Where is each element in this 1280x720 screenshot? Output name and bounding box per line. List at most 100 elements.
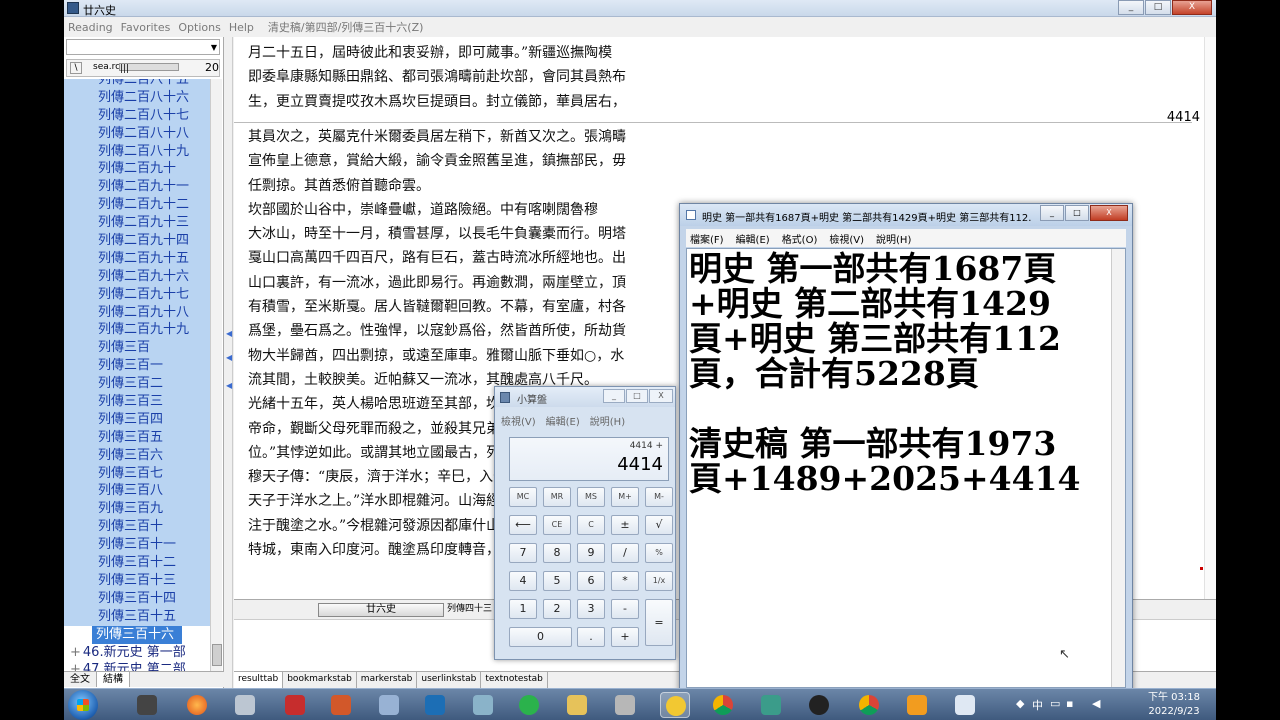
taskbar-app-6[interactable] <box>374 692 404 718</box>
key-5[interactable]: 5 <box>543 571 571 591</box>
arrow-left-icon[interactable]: ◀ <box>226 381 232 390</box>
tree-item[interactable]: 列傳二百九十一 <box>64 178 210 197</box>
key-9[interactable]: 9 <box>577 543 605 563</box>
tab-fulltext[interactable]: 全文 <box>64 672 97 687</box>
tree-item[interactable]: 列傳三百十二 <box>64 554 210 572</box>
notepad-close-button[interactable]: X <box>1090 205 1128 221</box>
tab-result[interactable]: resulttab <box>234 672 284 688</box>
tab-structure[interactable]: 結構 <box>97 672 130 687</box>
close-button[interactable]: X <box>1172 0 1212 15</box>
tree-item[interactable]: 列傳三百十五 <box>64 607 210 626</box>
taskbar-app-17[interactable] <box>902 692 932 718</box>
key-4[interactable]: 4 <box>509 571 537 591</box>
key-reciprocal[interactable]: 1/x <box>645 571 673 591</box>
tree-item[interactable]: 列傳二百九十 <box>64 160 210 179</box>
tray-icon[interactable]: ▪ <box>1066 697 1073 710</box>
key-7[interactable]: 7 <box>509 543 537 563</box>
key-backspace[interactable]: ⟵ <box>509 515 537 535</box>
text-scrollbar[interactable] <box>1204 37 1216 599</box>
tree-item[interactable]: 列傳三百十一 <box>64 536 210 555</box>
tree-item[interactable]: 列傳二百九十六 <box>64 267 210 286</box>
key-ce[interactable]: CE <box>543 515 571 535</box>
notepad-maximize-button[interactable]: □ <box>1065 205 1089 221</box>
notepad-menu-edit[interactable]: 編輯(E) <box>736 231 770 246</box>
calc-menu-view[interactable]: 檢視(V) <box>501 413 536 428</box>
notepad-menu-help[interactable]: 說明(H) <box>876 231 911 246</box>
tab-userlinks[interactable]: userlinkstab <box>417 672 482 688</box>
expand-icon[interactable]: + <box>70 645 81 660</box>
tree-item[interactable]: 列傳二百九十三 <box>64 214 210 233</box>
tree-item[interactable]: 列傳三百十 <box>64 518 210 537</box>
tree-item[interactable]: 列傳二百九十五 <box>64 249 210 268</box>
arrow-left-icon[interactable]: ◀ <box>226 353 232 362</box>
key-c[interactable]: C <box>577 515 605 535</box>
tree-item[interactable]: 列傳二百九十九 <box>64 321 210 340</box>
taskbar-notepad[interactable] <box>950 692 980 718</box>
taskbar-app-9[interactable] <box>514 692 544 718</box>
key-3[interactable]: 3 <box>577 599 605 619</box>
notepad-scrollbar[interactable] <box>1111 249 1125 687</box>
tree-item-selected[interactable]: 列傳三百十六 <box>92 625 182 644</box>
taskbar-app-12[interactable] <box>660 692 690 718</box>
key-mr[interactable]: MR <box>543 487 571 507</box>
taskbar-app-11[interactable] <box>610 692 640 718</box>
key-percent[interactable]: % <box>645 543 673 563</box>
notepad-menu-view[interactable]: 檢視(V) <box>829 231 864 246</box>
calculator-title-bar[interactable]: 小算盤 _ □ X <box>495 387 675 407</box>
expand-icon[interactable]: + <box>70 662 81 671</box>
key-8[interactable]: 8 <box>543 543 571 563</box>
input-language[interactable]: 中 <box>1032 697 1043 713</box>
calc-menu-edit[interactable]: 編輯(E) <box>546 413 580 428</box>
key-subtract[interactable]: - <box>611 599 639 619</box>
key-mplus[interactable]: M+ <box>611 487 639 507</box>
tree-item[interactable]: 列傳二百九十二 <box>64 196 210 215</box>
key-ms[interactable]: MS <box>577 487 605 507</box>
book-combo[interactable]: ▼ <box>66 39 220 55</box>
key-plusminus[interactable]: ± <box>611 515 639 535</box>
maximize-button[interactable]: □ <box>1145 0 1171 15</box>
menu-options[interactable]: Options <box>178 21 220 34</box>
calc-menu-help[interactable]: 說明(H) <box>590 413 625 428</box>
tree-item[interactable]: 列傳三百七 <box>64 464 210 483</box>
start-button[interactable] <box>68 690 98 720</box>
menu-favorites[interactable]: Favorites <box>121 21 171 34</box>
taskbar-app-3[interactable] <box>230 692 260 718</box>
key-0[interactable]: 0 <box>509 627 572 647</box>
tree-item[interactable]: 列傳三百 <box>64 339 210 358</box>
tree-item[interactable]: 列傳三百一 <box>64 357 210 376</box>
calculator-minimize-button[interactable]: _ <box>603 389 625 403</box>
notepad-menu-file[interactable]: 檔案(F) <box>690 231 724 246</box>
tree-item[interactable]: 列傳二百八十六 <box>64 88 210 107</box>
notepad-minimize-button[interactable]: _ <box>1040 205 1064 221</box>
key-1[interactable]: 1 <box>509 599 537 619</box>
network-icon[interactable]: ◆ <box>1016 697 1024 710</box>
tree-slider[interactable]: ||| <box>119 63 179 74</box>
clock[interactable]: 下午 03:18 2022/9/23 <box>1148 691 1200 719</box>
key-mminus[interactable]: M- <box>645 487 673 507</box>
taskbar-firefox[interactable] <box>182 692 212 718</box>
key-6[interactable]: 6 <box>577 571 605 591</box>
taskbar-app-1[interactable] <box>132 692 162 718</box>
taskbar-app-15[interactable] <box>804 692 834 718</box>
tree-book[interactable]: +46.新元史 第一部 <box>64 643 210 662</box>
taskbar-pdf[interactable] <box>280 692 310 718</box>
menu-help[interactable]: Help <box>229 21 254 34</box>
menu-reading[interactable]: Reading <box>68 21 113 34</box>
tree-item[interactable]: 列傳二百八十五 <box>64 79 210 89</box>
tree-item[interactable]: 列傳二百九十七 <box>64 285 210 304</box>
tree-scroll-thumb[interactable] <box>212 644 222 666</box>
keyboard-icon[interactable]: ▭ <box>1050 697 1060 710</box>
tree-item[interactable]: 列傳三百六 <box>64 446 210 465</box>
key-decimal[interactable]: . <box>577 627 605 647</box>
calculator-close-button[interactable]: X <box>649 389 673 403</box>
taskbar-app-7[interactable] <box>420 692 450 718</box>
calculator-maximize-button[interactable]: □ <box>626 389 648 403</box>
tab-textnotes[interactable]: textnotestab <box>481 672 548 688</box>
tree-item[interactable]: 列傳二百九十八 <box>64 303 210 322</box>
bottom-tab-book[interactable]: 廿六史 <box>318 603 444 617</box>
bottom-tab-chapter[interactable]: 列傳四十三 <box>444 603 500 617</box>
tree-item[interactable]: 列傳二百八十八 <box>64 124 210 143</box>
key-2[interactable]: 2 <box>543 599 571 619</box>
tree-item[interactable]: 列傳三百九 <box>64 500 210 519</box>
volume-icon[interactable]: ◀ <box>1092 697 1100 710</box>
